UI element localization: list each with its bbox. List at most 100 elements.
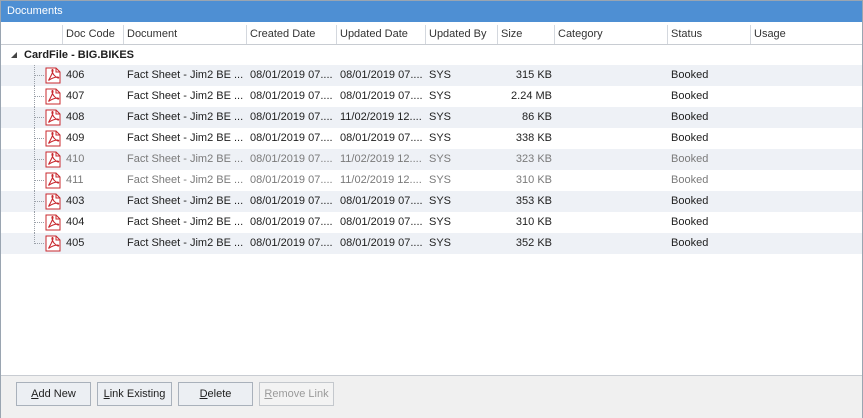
table-row[interactable]: 407 Fact Sheet - Jim2 BE ... 08/01/2019 07… bbox=[1, 86, 862, 107]
category-cell bbox=[555, 233, 668, 254]
table-row[interactable]: 410 Fact Sheet - Jim2 BE ... 08/01/2019 07… bbox=[1, 149, 862, 170]
status-cell: Booked bbox=[671, 111, 709, 123]
column-header-created-date[interactable]: Created Date bbox=[247, 25, 337, 44]
category-cell bbox=[555, 170, 668, 191]
column-header-category[interactable]: Category bbox=[555, 25, 668, 44]
updated-by-cell: SYS bbox=[429, 69, 452, 81]
updated-date-cell: 08/01/2019 07.... bbox=[340, 216, 423, 228]
collapse-triangle-icon[interactable] bbox=[10, 51, 18, 59]
tree-line bbox=[35, 75, 44, 76]
tree-line bbox=[35, 201, 44, 202]
created-date-cell: 08/01/2019 07.... bbox=[250, 69, 333, 81]
size-cell: 315 KB bbox=[515, 69, 552, 81]
size-cell: 86 KB bbox=[522, 111, 552, 123]
column-header-usage[interactable]: Usage bbox=[751, 25, 861, 44]
status-cell: Booked bbox=[671, 69, 709, 81]
table-row[interactable]: 404 Fact Sheet - Jim2 BE ... 08/01/2019 07… bbox=[1, 212, 862, 233]
table-row[interactable]: 408 Fact Sheet - Jim2 BE ... 08/01/2019 07… bbox=[1, 107, 862, 128]
created-date-cell: 08/01/2019 07.... bbox=[250, 195, 333, 207]
delete-button[interactable]: Delete bbox=[178, 382, 253, 406]
delete-label-rest: elete bbox=[207, 388, 232, 400]
document-cell: Fact Sheet - Jim2 BE ... bbox=[127, 111, 244, 123]
updated-by-cell: SYS bbox=[429, 216, 452, 228]
size-cell: 323 KB bbox=[515, 153, 552, 165]
updated-date-cell: 08/01/2019 07.... bbox=[340, 69, 423, 81]
remove-link-button[interactable]: Remove Link bbox=[259, 382, 334, 406]
status-cell: Booked bbox=[671, 153, 709, 165]
category-cell bbox=[555, 212, 668, 233]
document-rows: 406 Fact Sheet - Jim2 BE ... 08/01/2019 07… bbox=[1, 65, 862, 254]
usage-cell bbox=[751, 191, 861, 212]
created-date-cell: 08/01/2019 07.... bbox=[250, 216, 333, 228]
document-cell: Fact Sheet - Jim2 BE ... bbox=[127, 216, 244, 228]
pdf-file-icon bbox=[45, 172, 61, 189]
status-cell: Booked bbox=[671, 216, 709, 228]
column-header-doc-code[interactable]: Doc Code bbox=[63, 25, 124, 44]
documents-grid: CardFile - BIG.BIKES 406 Fact Sheet - Jim… bbox=[1, 45, 862, 375]
link-existing-label-rest: ink Existing bbox=[109, 388, 166, 400]
document-cell: Fact Sheet - Jim2 BE ... bbox=[127, 132, 244, 144]
remove-link-label-rest: emove Link bbox=[272, 388, 329, 400]
updated-by-cell: SYS bbox=[429, 237, 452, 249]
updated-date-cell: 08/01/2019 07.... bbox=[340, 237, 423, 249]
tree-line bbox=[35, 96, 44, 97]
pdf-file-icon bbox=[45, 88, 61, 105]
add-new-label-rest: dd New bbox=[38, 388, 76, 400]
column-header-size[interactable]: Size bbox=[498, 25, 555, 44]
usage-cell bbox=[751, 149, 861, 170]
created-date-cell: 08/01/2019 07.... bbox=[250, 153, 333, 165]
usage-cell bbox=[751, 233, 861, 254]
table-row[interactable]: 406 Fact Sheet - Jim2 BE ... 08/01/2019 07… bbox=[1, 65, 862, 86]
tree-line bbox=[35, 243, 44, 244]
column-header-updated-date[interactable]: Updated Date bbox=[337, 25, 426, 44]
doc-code-cell: 410 bbox=[66, 153, 85, 165]
pdf-file-icon bbox=[45, 67, 61, 84]
updated-date-cell: 08/01/2019 07.... bbox=[340, 90, 423, 102]
updated-by-cell: SYS bbox=[429, 111, 452, 123]
document-cell: Fact Sheet - Jim2 BE ... bbox=[127, 174, 244, 186]
usage-cell bbox=[751, 107, 861, 128]
doc-code-cell: 407 bbox=[66, 90, 85, 102]
window-title: Documents bbox=[1, 1, 862, 22]
category-cell bbox=[555, 149, 668, 170]
group-row-cardfile[interactable]: CardFile - BIG.BIKES bbox=[1, 45, 862, 65]
size-cell: 310 KB bbox=[515, 174, 552, 186]
tree-line bbox=[35, 180, 44, 181]
status-cell: Booked bbox=[671, 174, 709, 186]
column-header-status[interactable]: Status bbox=[668, 25, 751, 44]
updated-date-cell: 11/02/2019 12.... bbox=[340, 174, 422, 186]
table-row[interactable]: 411 Fact Sheet - Jim2 BE ... 08/01/2019 07… bbox=[1, 170, 862, 191]
column-header-document[interactable]: Document bbox=[124, 25, 247, 44]
link-existing-button[interactable]: Link Existing bbox=[97, 382, 172, 406]
pdf-file-icon bbox=[45, 109, 61, 126]
category-cell bbox=[555, 191, 668, 212]
pdf-file-icon bbox=[45, 151, 61, 168]
created-date-cell: 08/01/2019 07.... bbox=[250, 237, 333, 249]
created-date-cell: 08/01/2019 07.... bbox=[250, 111, 333, 123]
status-cell: Booked bbox=[671, 237, 709, 249]
doc-code-cell: 403 bbox=[66, 195, 85, 207]
doc-code-cell: 405 bbox=[66, 237, 85, 249]
updated-date-cell: 08/01/2019 07.... bbox=[340, 132, 423, 144]
column-header-updated-by[interactable]: Updated By bbox=[426, 25, 498, 44]
column-header: Doc Code Document Created Date Updated D… bbox=[1, 25, 862, 45]
document-cell: Fact Sheet - Jim2 BE ... bbox=[127, 90, 244, 102]
tree-line bbox=[35, 117, 44, 118]
updated-date-cell: 11/02/2019 12.... bbox=[340, 153, 422, 165]
table-row[interactable]: 403 Fact Sheet - Jim2 BE ... 08/01/2019 07… bbox=[1, 191, 862, 212]
document-cell: Fact Sheet - Jim2 BE ... bbox=[127, 69, 244, 81]
doc-code-cell: 408 bbox=[66, 111, 85, 123]
doc-code-cell: 406 bbox=[66, 69, 85, 81]
table-row[interactable]: 405 Fact Sheet - Jim2 BE ... 08/01/2019 07… bbox=[1, 233, 862, 254]
size-cell: 352 KB bbox=[515, 237, 552, 249]
usage-cell bbox=[751, 212, 861, 233]
category-cell bbox=[555, 65, 668, 86]
tree-line bbox=[35, 222, 44, 223]
pdf-file-icon bbox=[45, 214, 61, 231]
document-cell: Fact Sheet - Jim2 BE ... bbox=[127, 195, 244, 207]
doc-code-cell: 409 bbox=[66, 132, 85, 144]
table-row[interactable]: 409 Fact Sheet - Jim2 BE ... 08/01/2019 07… bbox=[1, 128, 862, 149]
add-new-button[interactable]: Add New bbox=[16, 382, 91, 406]
created-date-cell: 08/01/2019 07.... bbox=[250, 132, 333, 144]
button-bar: Add New Link Existing Delete Remove Link bbox=[1, 375, 862, 418]
